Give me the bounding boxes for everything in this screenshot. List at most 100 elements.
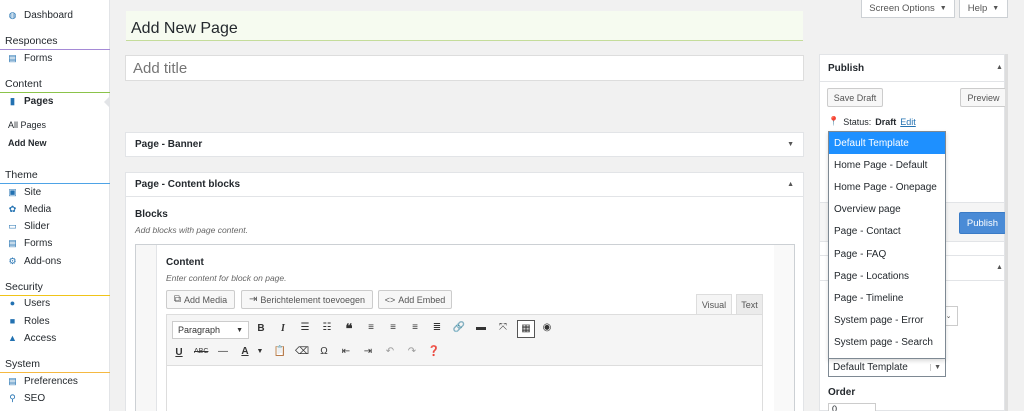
plug-icon: ⚙ — [8, 256, 17, 266]
pages-icon: ▮ — [10, 96, 15, 106]
sidebar-item-users[interactable]: ● Users — [0, 295, 110, 312]
underline-icon[interactable]: U — [172, 347, 186, 358]
horizontal-line-icon[interactable]: — — [216, 346, 230, 357]
sidebar-section-system: System — [0, 355, 110, 373]
text-color-icon[interactable]: A — [238, 346, 252, 357]
link-icon[interactable]: 🔗 — [452, 322, 466, 333]
expand-arrow-icon[interactable]: ▼ — [787, 141, 794, 148]
sidebar-item-pages[interactable]: ▮ Pages — [0, 93, 110, 110]
redo-icon[interactable]: ↷ — [405, 346, 419, 357]
caret-down-icon: ▼ — [939, 5, 947, 12]
template-option[interactable]: Overview page — [829, 199, 945, 221]
sidebar-section-theme: Theme — [0, 166, 110, 184]
indent-icon[interactable]: ⇥ — [361, 346, 375, 357]
publish-title: Publish — [828, 63, 865, 74]
screen-options-button[interactable]: Screen Options ▼ — [861, 0, 955, 18]
template-option[interactable]: Page - Contact — [829, 221, 945, 243]
rss-icon[interactable]: ◉ — [540, 322, 554, 333]
template-option[interactable]: Page - Timeline — [829, 287, 945, 309]
sidebar-item-slider[interactable]: ▭ Slider — [0, 218, 110, 235]
add-media-button[interactable]: ⧉ Add Media — [166, 290, 235, 309]
media-icon: ⧉ — [173, 294, 182, 305]
numbered-list-icon[interactable]: ☷ — [320, 322, 334, 333]
sidebar-section-security: Security — [0, 278, 110, 296]
scrollbar[interactable] — [1005, 54, 1008, 411]
collapse-arrow-icon[interactable]: ▲ — [996, 264, 1003, 271]
title-input[interactable] — [125, 55, 804, 81]
bullet-list-icon[interactable]: ☰ — [298, 322, 312, 333]
format-select[interactable]: Paragraph ▼ — [172, 321, 249, 339]
clear-formatting-icon[interactable]: ⌫ — [295, 346, 309, 357]
blocks-label: Blocks — [135, 209, 168, 220]
undo-icon[interactable]: ↶ — [383, 346, 397, 357]
help-button[interactable]: Help ▼ — [959, 0, 1008, 18]
user-icon: ● — [9, 298, 16, 308]
strikethrough-icon[interactable]: ABC — [194, 348, 208, 355]
italic-icon[interactable]: I — [276, 323, 290, 334]
forms-icon: ▤ — [8, 53, 17, 63]
status-edit-link[interactable]: Edit — [900, 117, 916, 127]
publish-button[interactable]: Publish — [959, 212, 1006, 234]
special-character-icon[interactable]: Ω — [317, 346, 331, 357]
bold-icon[interactable]: B — [254, 323, 268, 334]
tab-text[interactable]: Text — [736, 294, 763, 314]
page-title-bar: Add New Page — [126, 11, 803, 41]
editor-body[interactable] — [166, 366, 763, 411]
dashboard-icon: ◍ — [8, 10, 17, 20]
tab-visual[interactable]: Visual — [696, 294, 732, 314]
template-option[interactable]: Home Page - Onepage — [829, 176, 945, 198]
read-more-icon[interactable]: ▬ — [474, 322, 488, 333]
sidebar-item-responces-forms[interactable]: ▤ Forms — [0, 50, 110, 67]
paste-text-icon[interactable]: 📋 — [273, 346, 287, 357]
add-embed-button[interactable]: <> Add Embed — [378, 290, 452, 309]
template-dropdown-list: Default Template Home Page - Default Hom… — [828, 131, 946, 359]
block-handle[interactable] — [136, 245, 157, 411]
page-banner-panel[interactable]: Page - Banner ▼ — [125, 132, 804, 157]
sidebar-item-preferences[interactable]: ▤ Preferences — [0, 373, 110, 390]
caret-down-icon: ▼ — [930, 363, 941, 371]
template-option[interactable]: System page - Error — [829, 310, 945, 332]
align-left-icon[interactable]: ≡ — [364, 322, 378, 333]
sidebar-item-roles[interactable]: ■ Roles — [0, 313, 110, 330]
template-option[interactable]: Default Template — [829, 132, 945, 155]
caret-down-icon[interactable]: ▼ — [253, 348, 267, 355]
collapse-arrow-icon[interactable]: ▲ — [996, 64, 1003, 71]
content-blocks-panel: Page - Content blocks ▲ Blocks Add block… — [125, 172, 804, 411]
align-center-icon[interactable]: ≡ — [386, 322, 400, 333]
order-input[interactable]: 0 — [828, 403, 876, 411]
add-message-element-button[interactable]: ⇥ Berichtelement toevoegen — [241, 290, 373, 309]
content-hint: Enter content for block on page. — [166, 273, 287, 283]
template-option[interactable]: Page - Locations — [829, 265, 945, 287]
help-icon[interactable]: ❓ — [427, 346, 441, 357]
toolbar-toggle-icon[interactable]: ▦ — [517, 320, 535, 338]
fullscreen-icon[interactable]: ⤧ — [496, 322, 510, 333]
sidebar-subitem-add-new[interactable]: Add New — [8, 138, 47, 148]
preview-button[interactable]: Preview — [960, 88, 1006, 107]
caret-down-icon: ▼ — [992, 5, 1000, 12]
template-option[interactable]: Page - FAQ — [829, 243, 945, 265]
content-block: Content Enter content for block on page.… — [135, 244, 795, 411]
sidebar-item-access[interactable]: ▲ Access — [0, 330, 110, 347]
pin-icon: 📍 — [828, 116, 840, 126]
sidebar-item-seo[interactable]: ⚲ SEO — [0, 390, 110, 407]
template-select[interactable]: Default Template ▼ — [828, 357, 946, 377]
sidebar-item-add-ons[interactable]: ⚙ Add-ons — [0, 253, 110, 270]
sidebar-subitem-all-pages[interactable]: All Pages — [8, 120, 46, 130]
outdent-icon[interactable]: ⇤ — [339, 346, 353, 357]
sidebar-item-theme-forms[interactable]: ▤ Forms — [0, 235, 110, 252]
save-draft-button[interactable]: Save Draft — [827, 88, 883, 107]
sidebar-item-site[interactable]: ▣ Site — [0, 184, 110, 201]
slider-icon: ▭ — [8, 221, 17, 231]
insert-icon: ⇥ — [249, 294, 258, 305]
collapse-arrow-icon[interactable]: ▲ — [787, 181, 794, 188]
align-right-icon[interactable]: ≡ — [408, 322, 422, 333]
blockquote-icon[interactable]: ❝ — [342, 321, 356, 337]
template-option[interactable]: Home Page - Default — [829, 154, 945, 176]
template-option[interactable]: System page - Search — [829, 332, 945, 354]
sidebar-item-label: Dashboard — [24, 10, 73, 21]
order-label: Order — [828, 387, 856, 398]
align-justify-icon[interactable]: ≣ — [430, 322, 444, 333]
sidebar-item-dashboard[interactable]: ◍ Dashboard — [0, 7, 110, 24]
content-label: Content — [166, 257, 204, 268]
sidebar-item-media[interactable]: ✿ Media — [0, 201, 110, 218]
